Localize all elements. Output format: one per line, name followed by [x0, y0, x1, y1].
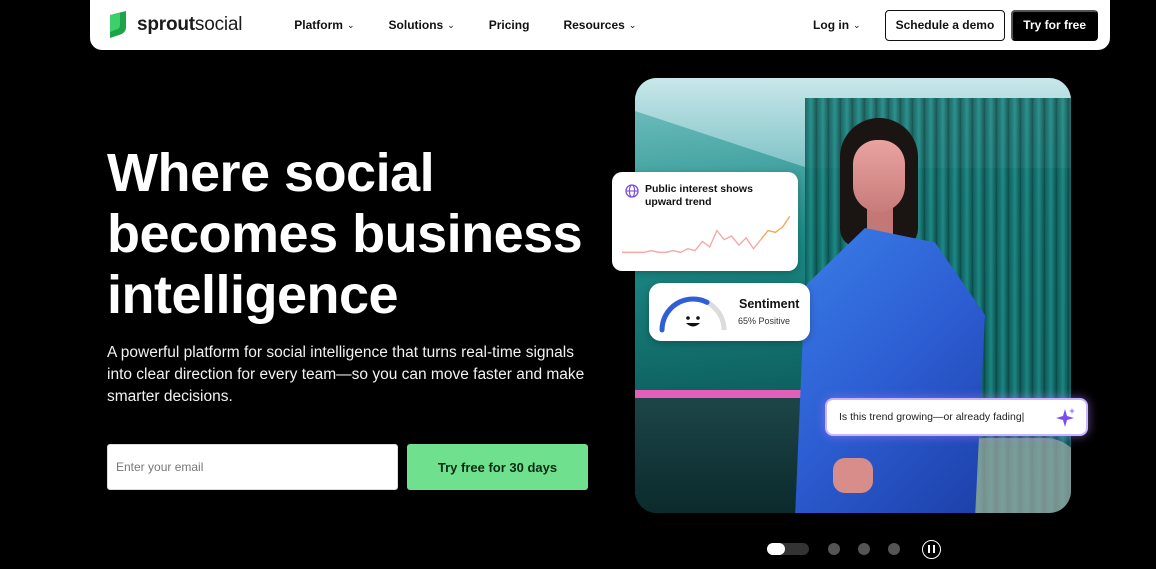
nav-platform[interactable]: Platform ⌄	[294, 18, 354, 32]
sentiment-card: Sentiment 65% Positive	[649, 283, 810, 341]
nav-pricing[interactable]: Pricing	[489, 18, 530, 32]
hero-subheading: A powerful platform for social intellige…	[107, 342, 597, 408]
carousel-dot[interactable]	[858, 543, 870, 555]
carousel-dot[interactable]	[888, 543, 900, 555]
pause-icon-bar	[928, 545, 930, 553]
login-menu[interactable]: Log in ⌄	[813, 18, 861, 32]
sprout-leaf-icon	[110, 11, 126, 38]
smiley-face-icon	[686, 316, 690, 320]
sentiment-value: 65% Positive	[738, 316, 791, 326]
try-free-30-days-button[interactable]: Try free for 30 days	[407, 444, 588, 490]
trend-sparkline	[622, 215, 790, 254]
trend-line	[622, 229, 762, 254]
hero-headline: Where social becomes business intelligen…	[107, 143, 607, 326]
chevron-down-icon: ⌄	[447, 19, 455, 30]
sentiment-gauge	[659, 296, 727, 333]
subheading-line: smarter decisions.	[107, 388, 233, 405]
chevron-down-icon: ⌄	[628, 19, 637, 30]
sentiment-title: Sentiment	[739, 297, 800, 311]
prompt-text: Is this trend growing—or already fading|	[839, 411, 1025, 423]
ai-sparkle-icon	[1056, 408, 1075, 427]
primary-nav: Platform ⌄ Solutions ⌄ Pricing Resources ⌄	[294, 18, 670, 32]
schedule-demo-button[interactable]: Schedule a demo	[884, 9, 1006, 41]
nav-resources[interactable]: Resources ⌄	[563, 18, 636, 32]
ai-prompt-card[interactable]: Is this trend growing—or already fading|	[825, 398, 1088, 436]
person-hand	[833, 458, 873, 493]
carousel-controls	[767, 539, 941, 559]
chevron-down-icon: ⌄	[853, 19, 861, 30]
carousel-dot-active[interactable]	[767, 543, 809, 555]
gauge-fill	[659, 296, 710, 333]
email-input[interactable]	[107, 444, 398, 490]
carousel-dot[interactable]	[828, 543, 840, 555]
subheading-line: A powerful platform for social intellige…	[107, 344, 574, 361]
headline-line: becomes business	[107, 204, 583, 264]
nav-solutions[interactable]: Solutions ⌄	[389, 18, 455, 32]
pause-icon-bar	[933, 545, 935, 553]
headline-line: intelligence	[107, 265, 399, 325]
trend-line	[760, 215, 790, 241]
subheading-line: into clear direction for every team—so y…	[107, 366, 585, 383]
smiley-face-icon	[686, 323, 700, 327]
sprout-social-logo[interactable]: sproutsocial	[107, 11, 242, 39]
try-for-free-button[interactable]: Try for free	[1011, 9, 1098, 41]
top-nav: sproutsocial Platform ⌄ Solutions ⌄ Pricin…	[90, 0, 1110, 50]
trend-card: Public interest shows upward trend	[612, 172, 798, 271]
logo-wordmark: sproutsocial	[137, 14, 243, 35]
nav-actions: Log in ⌄ Schedule a demo Try for free	[813, 9, 1098, 41]
pause-button[interactable]	[922, 539, 941, 559]
smiley-face-icon	[696, 316, 700, 320]
globe-icon	[625, 184, 639, 198]
trend-title: Public interest shows upward trend	[645, 183, 753, 208]
chevron-down-icon: ⌄	[346, 19, 355, 30]
headline-line: Where social	[107, 143, 435, 203]
person-face	[853, 140, 905, 212]
